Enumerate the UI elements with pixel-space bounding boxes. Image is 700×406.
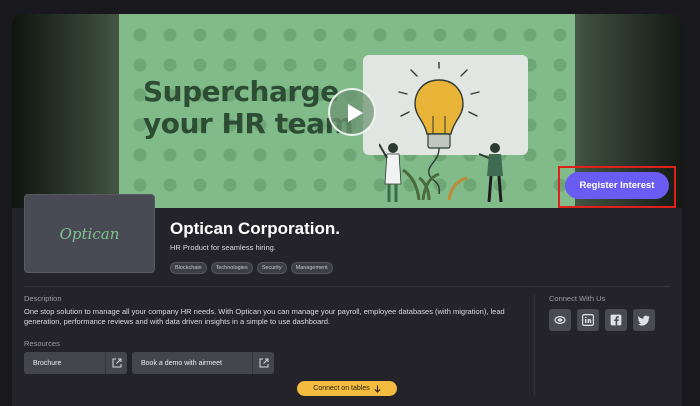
description-text: One stop solution to manage all your com… bbox=[24, 307, 505, 326]
booth-page: Supercharge your HR team Register Intere… bbox=[0, 0, 700, 406]
description-label: Description bbox=[24, 294, 62, 303]
resource-book-demo[interactable]: Book a demo with airmeet bbox=[132, 352, 274, 374]
banner-headline: Supercharge your HR team bbox=[143, 75, 354, 140]
banner-video-thumbnail[interactable]: Supercharge your HR team bbox=[119, 14, 575, 208]
external-link-icon bbox=[252, 352, 274, 374]
lightbulb-illustration bbox=[379, 62, 503, 202]
arrow-down-icon bbox=[374, 385, 381, 393]
tag-management: Management bbox=[290, 262, 333, 274]
resource-brochure[interactable]: Brochure bbox=[24, 352, 127, 374]
company-name: Optican Corporation. bbox=[170, 219, 340, 238]
column-divider bbox=[534, 295, 535, 395]
connect-on-tables-label: Connect on tables bbox=[313, 385, 370, 392]
website-icon[interactable] bbox=[549, 309, 571, 331]
company-logo-text: Optican bbox=[59, 224, 120, 243]
company-tagline: HR Product for seamless hiring. bbox=[170, 243, 276, 252]
play-video-button[interactable] bbox=[328, 88, 376, 136]
facebook-icon[interactable] bbox=[605, 309, 627, 331]
tag-blockchain: Blockchain bbox=[170, 262, 207, 274]
company-logo: Optican bbox=[24, 194, 155, 273]
twitter-icon[interactable] bbox=[633, 309, 655, 331]
tag-security: Security bbox=[256, 262, 287, 274]
linkedin-icon[interactable] bbox=[577, 309, 599, 331]
play-icon bbox=[348, 104, 363, 122]
tag-technologies: Technologies bbox=[210, 262, 253, 274]
resource-book-demo-label: Book a demo with airmeet bbox=[141, 359, 222, 367]
resource-brochure-label: Brochure bbox=[33, 359, 62, 367]
external-link-icon bbox=[105, 352, 127, 374]
connect-on-tables-button[interactable]: Connect on tables bbox=[297, 381, 397, 396]
booth-card: Supercharge your HR team Register Intere… bbox=[12, 14, 682, 406]
register-interest-button[interactable]: Register Interest bbox=[565, 172, 669, 199]
company-tags: Blockchain Technologies Security Managem… bbox=[170, 262, 333, 274]
resources-label: Resources bbox=[24, 339, 60, 348]
section-divider bbox=[24, 286, 670, 287]
connect-with-us-label: Connect With Us bbox=[549, 294, 606, 303]
